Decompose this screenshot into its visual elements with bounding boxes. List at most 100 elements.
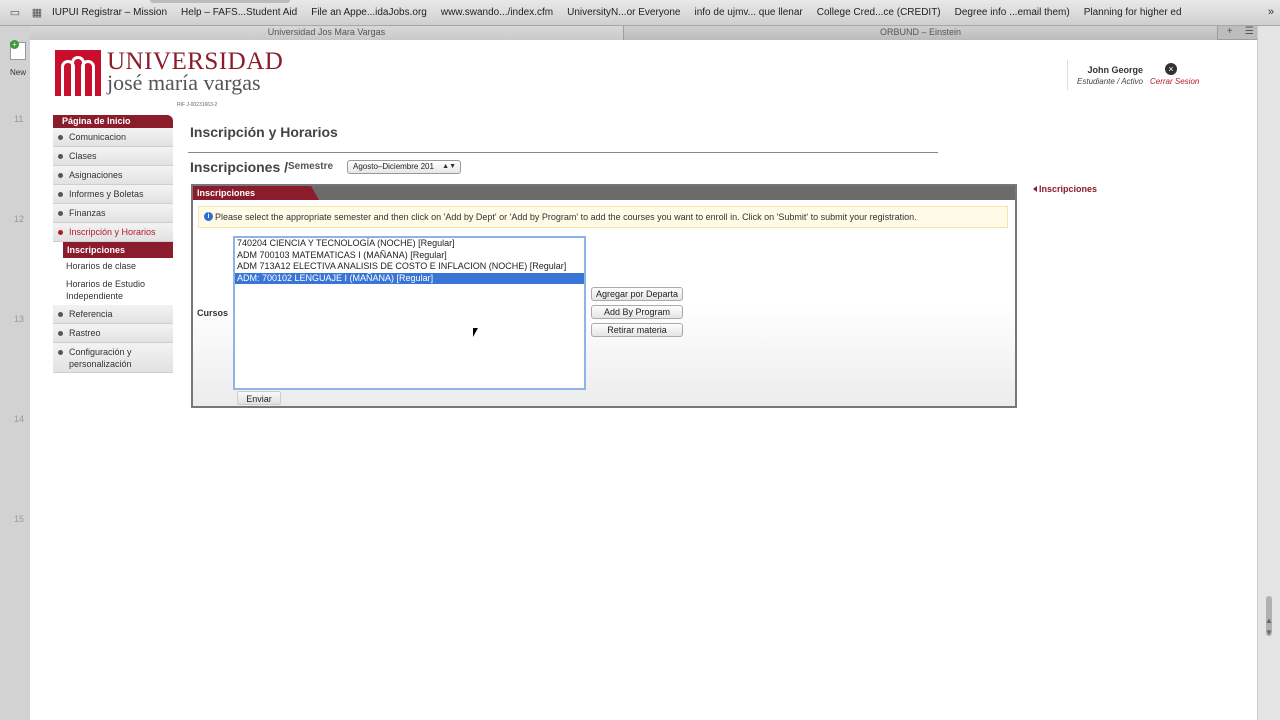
user-name: John George	[1087, 65, 1143, 75]
course-option[interactable]: ADM 713A12 ELECTIVA ANALISIS DE COSTO E …	[235, 261, 584, 273]
line-number: 13	[14, 314, 25, 324]
logout-label[interactable]: Cerrar Sesion	[1150, 77, 1199, 86]
sidebar-item-rastreo[interactable]: Rastreo	[53, 324, 173, 343]
bookmarks-bar: ▭ ▦ IUPUI Registrar – Mission Help – FAF…	[0, 0, 1280, 26]
section-title-text: Inscripciones	[190, 159, 281, 175]
line-number: 11	[14, 114, 24, 124]
course-option[interactable]: 740204 CIENCIA Y TECNOLOGÍA (NOCHE) [Reg…	[235, 238, 584, 250]
section-title: Inscripciones /	[190, 159, 288, 175]
page-title: Inscripción y Horarios	[190, 124, 338, 140]
new-tab-icon[interactable]: +	[1222, 26, 1238, 39]
bookmark-item[interactable]: Planning for higher ed	[1084, 7, 1182, 18]
sidebar-item-informes[interactable]: Informes y Boletas	[53, 185, 173, 204]
panel-tab-inscripciones: Inscripciones	[193, 186, 319, 200]
bookmark-item[interactable]: UniversityN...or Everyone	[567, 7, 680, 18]
bookmark-item[interactable]: www.swando.../index.cfm	[441, 7, 553, 18]
sidebar-item-configuracion[interactable]: Configuración y personalización	[53, 343, 173, 373]
bullet-icon	[58, 173, 63, 178]
left-gutter: + New 11 12 13 14 15	[0, 26, 30, 720]
plus-icon: +	[10, 40, 19, 49]
info-notice: i Please select the appropriate semester…	[198, 206, 1008, 228]
sidebar-header-home[interactable]: Página de Inicio	[53, 115, 173, 128]
new-label: New	[10, 68, 27, 77]
logo-rif: RIF J-00231663-2	[177, 102, 218, 108]
panel-header: Inscripciones	[193, 186, 1015, 200]
web-page: UNIVERSIDAD josé maría vargas RIF J-0023…	[30, 40, 1257, 720]
course-option-selected[interactable]: ADM: 700102 LENGUAJE I (MAÑANA) [Regular…	[235, 272, 584, 284]
bookmark-item[interactable]: Help – FAFS...Student Aid	[181, 7, 297, 18]
right-link-inscripciones[interactable]: Inscripciones	[1033, 184, 1097, 194]
sidebar-item-comunicacion[interactable]: Comunicacion	[53, 128, 173, 147]
url-bar-edge	[150, 0, 290, 3]
logout-icon[interactable]: ×	[1165, 63, 1177, 75]
sidebar-item-label: Rastreo	[69, 328, 101, 338]
sidebar-item-asignaciones[interactable]: Asignaciones	[53, 166, 173, 185]
enrollment-panel: Inscripciones i Please select the approp…	[191, 184, 1017, 408]
add-by-dept-button[interactable]: Agregar por Departa	[591, 287, 683, 301]
reading-list-icon[interactable]: ▭	[8, 7, 22, 19]
semester-label: Semestre	[288, 161, 334, 172]
semester-value: Agosto–Diciembre 201	[353, 162, 434, 171]
university-logo[interactable]: UNIVERSIDAD josé maría vargas RIF J-0023…	[55, 49, 283, 108]
sidebar-item-label: Clases	[69, 151, 97, 161]
courses-listbox[interactable]: 740204 CIENCIA Y TECNOLOGÍA (NOCHE) [Reg…	[233, 236, 586, 390]
add-by-program-button[interactable]: Add By Program	[591, 305, 683, 319]
sidebar-subitem-horarios-clase[interactable]: Horarios de clase	[53, 258, 173, 275]
sidebar-item-label: Finanzas	[69, 208, 106, 218]
bullet-icon	[58, 192, 63, 197]
sidebar-item-label: Asignaciones	[69, 170, 123, 180]
more-bookmarks-icon[interactable]: »	[1268, 6, 1274, 18]
sidebar-item-label: Comunicacion	[69, 132, 127, 142]
sidebar-item-label: Referencia	[69, 309, 113, 319]
tab-bar: Universidad Jos Mara Vargas ORBUND – Ein…	[30, 26, 1257, 40]
bookmark-item[interactable]: Degree info ...email them)	[955, 7, 1070, 18]
line-number: 14	[14, 414, 25, 424]
semester-select[interactable]: Agosto–Diciembre 201 ▲▼	[347, 160, 461, 174]
tab-overview-icon[interactable]: ☰	[1242, 26, 1258, 39]
courses-label: Cursos	[197, 308, 229, 318]
sidebar-subitem-inscripciones[interactable]: Inscripciones	[63, 242, 173, 258]
scroll-down-icon[interactable]: ▼	[1265, 628, 1273, 637]
right-link-label: Inscripciones	[1039, 184, 1098, 194]
scroll-up-icon[interactable]: ▲	[1265, 616, 1273, 625]
bullet-icon	[58, 230, 63, 235]
bookmark-item[interactable]: College Cred...ce (CREDIT)	[817, 7, 941, 18]
mouse-cursor-icon	[473, 328, 478, 337]
sidebar-item-inscripcion[interactable]: Inscripción y Horarios	[53, 223, 173, 242]
course-option[interactable]: ADM 700103 MATEMATICAS I (MAÑANA) [Regul…	[235, 250, 584, 262]
bookmark-item[interactable]: IUPUI Registrar – Mission	[52, 7, 167, 18]
sidebar-item-label: Informes y Boletas	[69, 189, 144, 199]
sidebar-item-label: Configuración y personalización	[69, 347, 132, 369]
select-arrows-icon: ▲▼	[442, 163, 456, 170]
bookmark-item[interactable]: File an Appe...idaJobs.org	[311, 7, 427, 18]
bullet-icon	[58, 135, 63, 140]
submit-button[interactable]: Enviar	[237, 391, 281, 405]
bullet-icon	[58, 154, 63, 159]
triangle-left-icon	[1033, 186, 1037, 192]
line-number: 12	[14, 214, 25, 224]
sidebar-nav: Página de Inicio Comunicacion Clases Asi…	[53, 115, 173, 373]
sidebar-item-finanzas[interactable]: Finanzas	[53, 204, 173, 223]
notice-text: Please select the appropriate semester a…	[215, 212, 917, 222]
tab-orbund[interactable]: ORBUND – Einstein	[624, 26, 1218, 40]
bullet-icon	[58, 331, 63, 336]
sidebar-item-clases[interactable]: Clases	[53, 147, 173, 166]
info-icon: i	[204, 212, 213, 221]
section-header: Inscripciones / Semestre Agosto–Diciembr…	[188, 152, 938, 175]
bullet-icon	[58, 211, 63, 216]
scrollbar[interactable]: ▲ ▼	[1257, 26, 1280, 720]
grid-icon[interactable]: ▦	[30, 7, 44, 19]
logo-text-name: josé maría vargas	[107, 70, 261, 95]
sidebar-subitem-horarios-estudio[interactable]: Horarios de Estudio Independiente	[53, 275, 173, 305]
bullet-icon	[58, 350, 63, 355]
tab-universidad[interactable]: Universidad Jos Mara Vargas	[30, 26, 624, 40]
bookmark-item[interactable]: info de ujmv... que llenar	[695, 7, 803, 18]
sidebar-item-referencia[interactable]: Referencia	[53, 305, 173, 324]
sidebar-item-label: Inscripción y Horarios	[69, 227, 156, 237]
bullet-icon	[58, 312, 63, 317]
user-info: John George Estudiante / Activo	[1067, 60, 1147, 90]
user-role: Estudiante / Activo	[1077, 77, 1143, 86]
line-number: 15	[14, 514, 25, 524]
logo-mark-icon	[55, 50, 101, 96]
remove-course-button[interactable]: Retirar materia	[591, 323, 683, 337]
